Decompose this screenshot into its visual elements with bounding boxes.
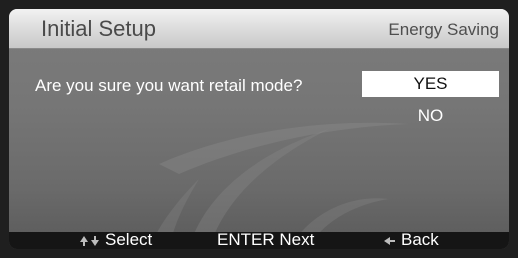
tv-screen: Initial Setup Energy Saving Are you sure… [0,0,518,258]
footer-next-hint: ENTER Next [217,229,314,249]
select-label: Select [105,230,153,249]
back-label: Back [401,230,439,249]
retail-mode-question: Are you sure you want retail mode? [35,76,303,95]
left-arrow-icon [384,236,395,245]
header-bar: Initial Setup Energy Saving [9,9,509,49]
next-label: Next [279,230,315,249]
yes-option[interactable]: YES [362,71,499,97]
footer-bar: Select ENTER Next Back [9,229,509,249]
up-down-arrows-icon [80,235,99,246]
section-title: Energy Saving [388,20,499,39]
footer-back-hint: Back [383,229,439,249]
setup-panel: Initial Setup Energy Saving Are you sure… [9,9,509,249]
enter-key-label: ENTER [217,230,275,249]
page-title: Initial Setup [41,16,156,41]
no-option[interactable]: NO [362,103,499,129]
footer-select-hint: Select [79,229,152,249]
